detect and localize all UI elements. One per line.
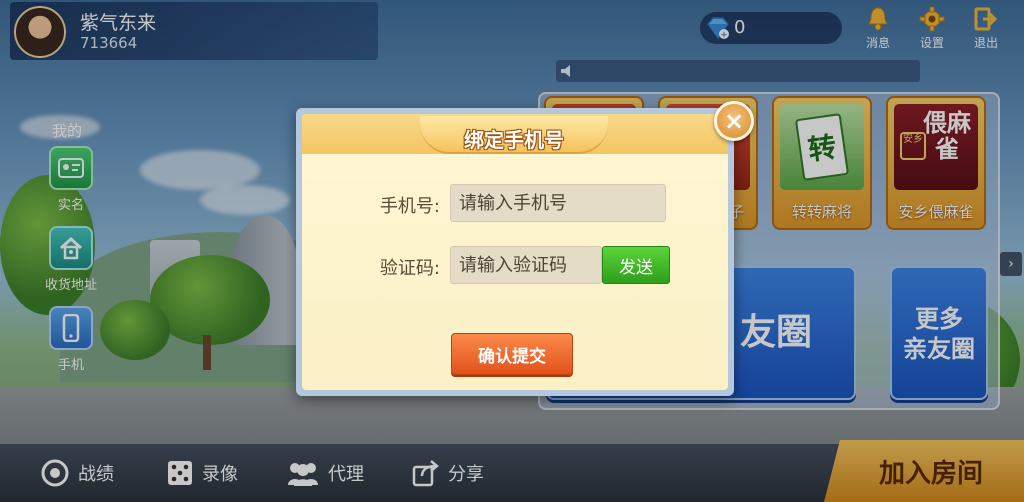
- confirm-submit-button[interactable]: 确认提交: [451, 333, 573, 375]
- send-code-button[interactable]: 发送: [602, 246, 670, 284]
- phone-number-label: 手机号:: [379, 196, 440, 217]
- phone-number-input[interactable]: [450, 184, 666, 222]
- verify-code-label: 验证码:: [379, 258, 440, 279]
- close-icon[interactable]: ×: [714, 101, 754, 141]
- verify-code-input[interactable]: [450, 246, 602, 284]
- dialog-title: 绑定手机号: [464, 128, 564, 152]
- dialog-title-plate: 绑定手机号: [420, 116, 608, 154]
